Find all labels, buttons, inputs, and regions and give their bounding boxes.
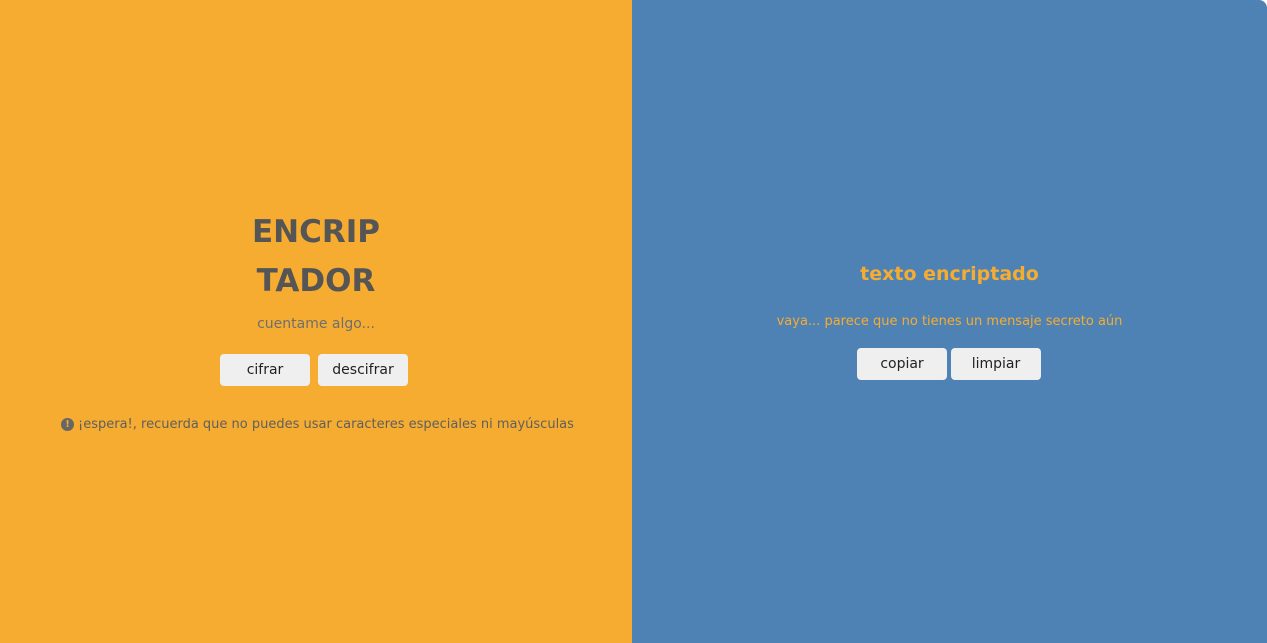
encrypt-button[interactable]: cifrar (220, 354, 310, 386)
decrypt-button[interactable]: descifrar (318, 354, 408, 386)
empty-output-message: vaya... parece que no tienes un mensaje … (776, 314, 1123, 329)
message-input[interactable] (0, 316, 632, 332)
encoder-panel: ENCRIP TADOR cifrar descifrar ! ¡espera!… (0, 0, 632, 643)
app-title-line-1: ENCRIP (252, 214, 380, 250)
clear-button[interactable]: limpiar (951, 348, 1041, 380)
app-title: ENCRIP TADOR (0, 208, 632, 306)
copy-button[interactable]: copiar (857, 348, 947, 380)
output-title: texto encriptado (860, 263, 1039, 285)
app-page: ENCRIP TADOR cifrar descifrar ! ¡espera!… (0, 0, 1267, 643)
warning-message: ! ¡espera!, recuerda que no puedes usar … (61, 417, 574, 432)
output-panel: texto encriptado vaya... parece que no t… (632, 0, 1267, 643)
app-title-line-2: TADOR (256, 263, 376, 299)
alert-circle-icon: ! (61, 418, 74, 431)
warning-text: ¡espera!, recuerda que no puedes usar ca… (78, 417, 574, 432)
